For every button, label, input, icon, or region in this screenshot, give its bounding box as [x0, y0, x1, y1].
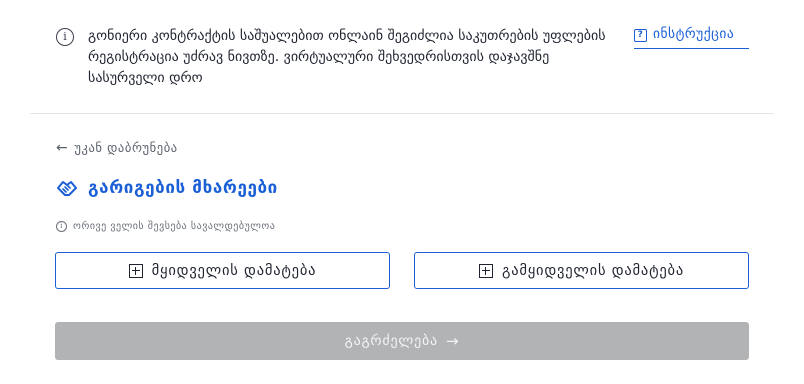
info-circle-icon: i	[56, 28, 74, 46]
divider	[30, 113, 774, 114]
back-arrow-icon: ←	[56, 140, 69, 156]
instruction-label: ინსტრუქცია	[653, 26, 735, 42]
required-note-text: ორივე ველის შევსება სავალდებულოა	[73, 221, 276, 232]
question-box-icon: ?	[634, 29, 647, 42]
plus-box-icon	[128, 263, 143, 278]
add-buyer-button[interactable]: მყიდველის დამატება	[55, 252, 390, 289]
continue-label: გაგრძელება	[344, 333, 438, 349]
info-banner: i გონიერი კონტრაქტის საშუალებით ონლაინ შ…	[56, 26, 756, 96]
continue-button[interactable]: გაგრძელება →	[55, 322, 749, 360]
page: i გონიერი კონტრაქტის საშუალებით ონლაინ შ…	[0, 0, 804, 384]
add-seller-button[interactable]: გამყიდველის დამატება	[414, 252, 749, 289]
arrow-right-icon: →	[445, 332, 460, 350]
info-small-icon: i	[56, 221, 67, 232]
handshake-icon	[57, 181, 77, 196]
section-title: გარიგების მხარეები	[56, 176, 278, 200]
add-seller-label: გამყიდველის დამატება	[501, 262, 685, 279]
info-banner-text: გონიერი კონტრაქტის საშუალებით ონლაინ შეგ…	[88, 28, 606, 86]
add-buyer-label: მყიდველის დამატება	[151, 262, 317, 279]
required-note: i ორივე ველის შევსება სავალდებულოა	[56, 221, 275, 232]
section-title-text: გარიგების მხარეები	[88, 178, 278, 198]
plus-box-icon	[478, 263, 493, 278]
instruction-link[interactable]: ? ინსტრუქცია	[634, 26, 749, 49]
back-link[interactable]: ← უკან დაბრუნება	[56, 140, 178, 156]
back-label: უკან დაბრუნება	[74, 140, 178, 155]
